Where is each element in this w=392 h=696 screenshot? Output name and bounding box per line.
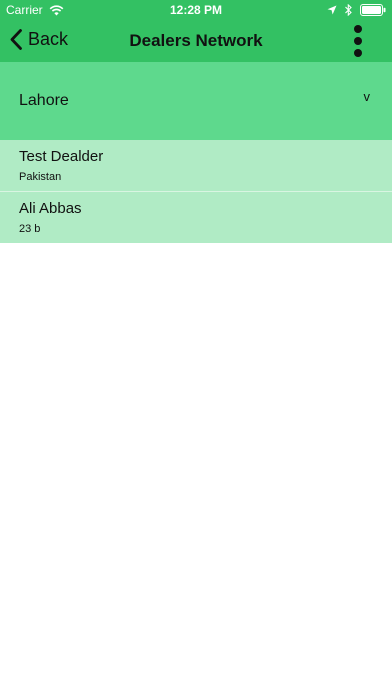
dealer-name: Test Dealder	[19, 148, 104, 165]
dealer-address: 23 b	[19, 223, 41, 235]
battery-icon	[360, 4, 386, 16]
dealer-list-item[interactable]: Test Dealder Pakistan	[0, 140, 392, 192]
nav-bar: Back Dealers Network	[0, 20, 392, 62]
vertical-dots-icon	[354, 25, 362, 57]
dealer-list: Test Dealder Pakistan Ali Abbas 23 b	[0, 140, 392, 243]
status-bar: Carrier 12:28 PM	[0, 0, 392, 20]
dealer-name: Ali Abbas	[19, 200, 82, 217]
city-dropdown[interactable]: Lahore v	[0, 62, 392, 140]
chevron-down-icon: v	[363, 89, 371, 104]
status-right	[319, 4, 386, 16]
page-title: Dealers Network	[129, 31, 263, 50]
location-arrow-icon	[327, 5, 337, 15]
bluetooth-icon	[345, 4, 352, 16]
dealer-address: Pakistan	[19, 171, 62, 183]
city-selected-value: Lahore	[19, 92, 69, 109]
more-options-button[interactable]	[348, 24, 368, 58]
dealer-list-item[interactable]: Ali Abbas 23 b	[0, 192, 392, 243]
